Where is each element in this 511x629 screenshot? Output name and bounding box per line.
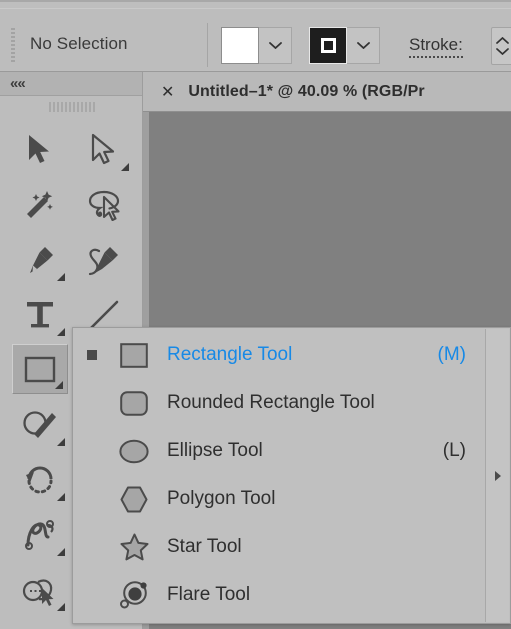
stroke-color-swatch[interactable] [309, 27, 347, 64]
width-warp-icon [25, 519, 54, 550]
tool-row [8, 177, 136, 232]
stroke-dropdown-button[interactable] [347, 27, 380, 64]
tool-flyout-indicator[interactable] [57, 548, 65, 556]
illustrator-window: No Selection Stroke: ✕ Untitled–1* @ 40.… [0, 0, 511, 629]
rectangle-tool[interactable] [8, 342, 72, 397]
current-tool-marker [87, 350, 97, 360]
ellipse-icon [117, 437, 151, 465]
flyout-item-label: Ellipse Tool [167, 440, 263, 461]
flyout-item-ellipse-tool[interactable]: Ellipse Tool (L) [73, 427, 471, 475]
flyout-item-polygon-tool[interactable]: Polygon Tool [73, 475, 471, 523]
tool-row [8, 122, 136, 177]
type-tool[interactable] [8, 287, 72, 342]
paintbrush-tool[interactable] [8, 397, 72, 452]
fill-dropdown-button[interactable] [259, 27, 292, 64]
curvature-pen-icon [88, 246, 118, 275]
document-tab-bar: ✕ Untitled–1* @ 40.09 % (RGB/Pr [143, 72, 511, 112]
magic-wand-icon [27, 190, 53, 218]
flare-icon [117, 581, 151, 609]
flyout-item-rectangle-tool[interactable]: Rectangle Tool (M) [73, 331, 471, 379]
flyout-item-label: Rectangle Tool [167, 344, 293, 365]
flyout-item-star-tool[interactable]: Star Tool [73, 523, 471, 571]
flyout-item-list: Rectangle Tool (M) Rounded Rectangle Too… [73, 331, 471, 619]
flyout-item-label: Flare Tool [167, 584, 251, 605]
flyout-tearoff-strip[interactable] [485, 329, 509, 622]
stroke-color-control[interactable] [309, 27, 380, 64]
tool-flyout-indicator[interactable] [121, 163, 129, 171]
tools-panel-header: «« [0, 72, 142, 96]
collapse-panel-button[interactable]: «« [10, 75, 26, 93]
arrow-solid-icon [29, 134, 49, 163]
pen-tool[interactable] [8, 232, 72, 287]
control-bar-inner: No Selection Stroke: [0, 8, 511, 70]
panel-grip-icon[interactable] [49, 102, 95, 112]
pen-icon [30, 246, 53, 273]
stroke-swatch-inner [320, 38, 336, 53]
toolbar-separator [207, 23, 208, 67]
control-bar: No Selection Stroke: [0, 0, 511, 72]
fill-color-swatch[interactable] [221, 27, 259, 64]
shape-builder-tool[interactable] [8, 562, 72, 617]
lasso-tool[interactable] [72, 177, 136, 232]
flyout-item-label: Rounded Rectangle Tool [167, 392, 375, 413]
flyout-item-label: Polygon Tool [167, 488, 276, 509]
tool-flyout-indicator[interactable] [57, 438, 65, 446]
chevron-down-icon [356, 42, 370, 49]
tool-row [8, 232, 136, 287]
flyout-item-rounded-rectangle-tool[interactable]: Rounded Rectangle Tool [73, 379, 471, 427]
tool-flyout-indicator[interactable] [57, 493, 65, 501]
tearoff-arrow-icon[interactable] [494, 470, 501, 481]
tool-flyout-indicator[interactable] [55, 381, 63, 389]
rounded-rectangle-icon [117, 389, 151, 417]
rectangle-tool-flyout-menu: Rectangle Tool (M) Rounded Rectangle Too… [72, 327, 511, 624]
fill-color-control[interactable] [221, 27, 292, 64]
tool-flyout-indicator[interactable] [57, 603, 65, 611]
perspective-grid-tool[interactable] [8, 617, 72, 629]
stepper-up-icon[interactable] [495, 37, 509, 44]
direct-selection-tool[interactable] [72, 122, 136, 177]
document-tab-title[interactable]: Untitled–1* @ 40.09 % (RGB/Pr [188, 83, 424, 101]
rotate-icon [26, 466, 53, 493]
line-segment-icon [89, 300, 119, 329]
rectangle-icon [24, 356, 56, 382]
flyout-item-shortcut: (M) [437, 344, 466, 365]
tool-flyout-indicator[interactable] [57, 328, 65, 336]
selection-status-label: No Selection [30, 34, 128, 53]
shape-builder-icon [22, 578, 54, 606]
selection-tool[interactable] [8, 122, 72, 177]
type-t-icon [27, 301, 53, 327]
magic-wand-tool[interactable] [8, 177, 72, 232]
close-icon[interactable]: ✕ [161, 83, 174, 100]
rotate-tool[interactable] [8, 452, 72, 507]
curvature-tool[interactable] [72, 232, 136, 287]
tool-flyout-indicator[interactable] [57, 273, 65, 281]
stroke-weight-stepper[interactable] [491, 27, 511, 65]
flyout-item-flare-tool[interactable]: Flare Tool [73, 571, 471, 619]
polygon-icon [117, 485, 151, 513]
flyout-item-label: Star Tool [167, 536, 242, 557]
stepper-down-icon[interactable] [495, 48, 509, 55]
flyout-item-shortcut: (L) [442, 440, 466, 461]
chevron-down-icon [268, 42, 282, 49]
shaper-paintbrush-icon [23, 410, 56, 438]
arrow-outline-icon [91, 133, 115, 164]
star-icon [117, 533, 151, 561]
rectangle-icon [117, 341, 151, 369]
width-tool[interactable] [8, 507, 72, 562]
drag-grip-icon[interactable] [11, 28, 16, 63]
lasso-icon [88, 190, 120, 221]
stroke-weight-label[interactable]: Stroke: [409, 35, 463, 58]
